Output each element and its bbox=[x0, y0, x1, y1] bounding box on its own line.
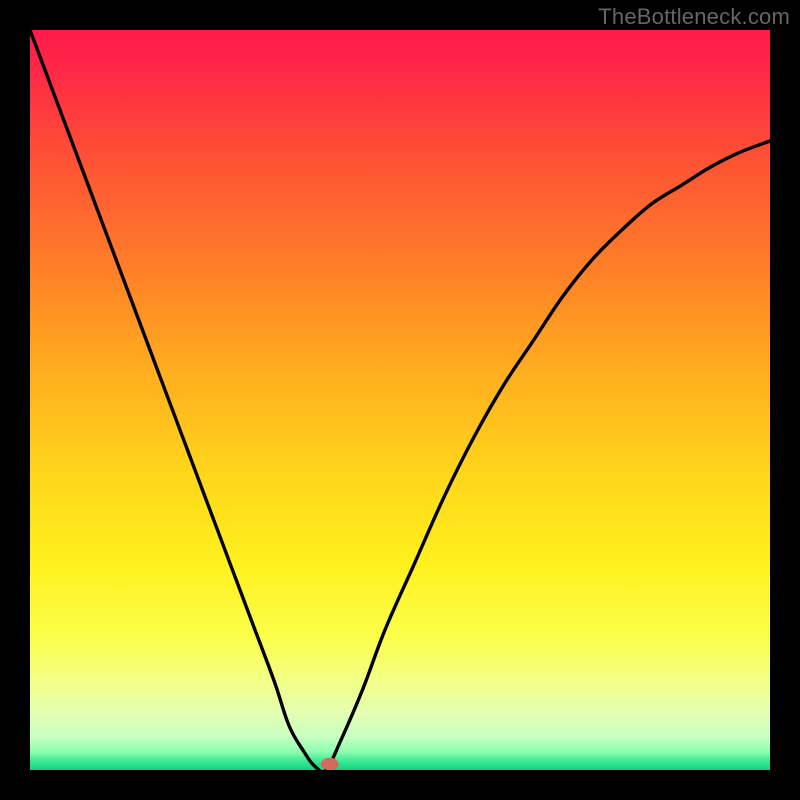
gradient-background bbox=[30, 30, 770, 770]
optimum-marker bbox=[321, 758, 339, 770]
plot-area bbox=[30, 30, 770, 770]
plot-svg bbox=[30, 30, 770, 770]
chart-frame: TheBottleneck.com bbox=[0, 0, 800, 800]
watermark-text: TheBottleneck.com bbox=[598, 4, 790, 30]
